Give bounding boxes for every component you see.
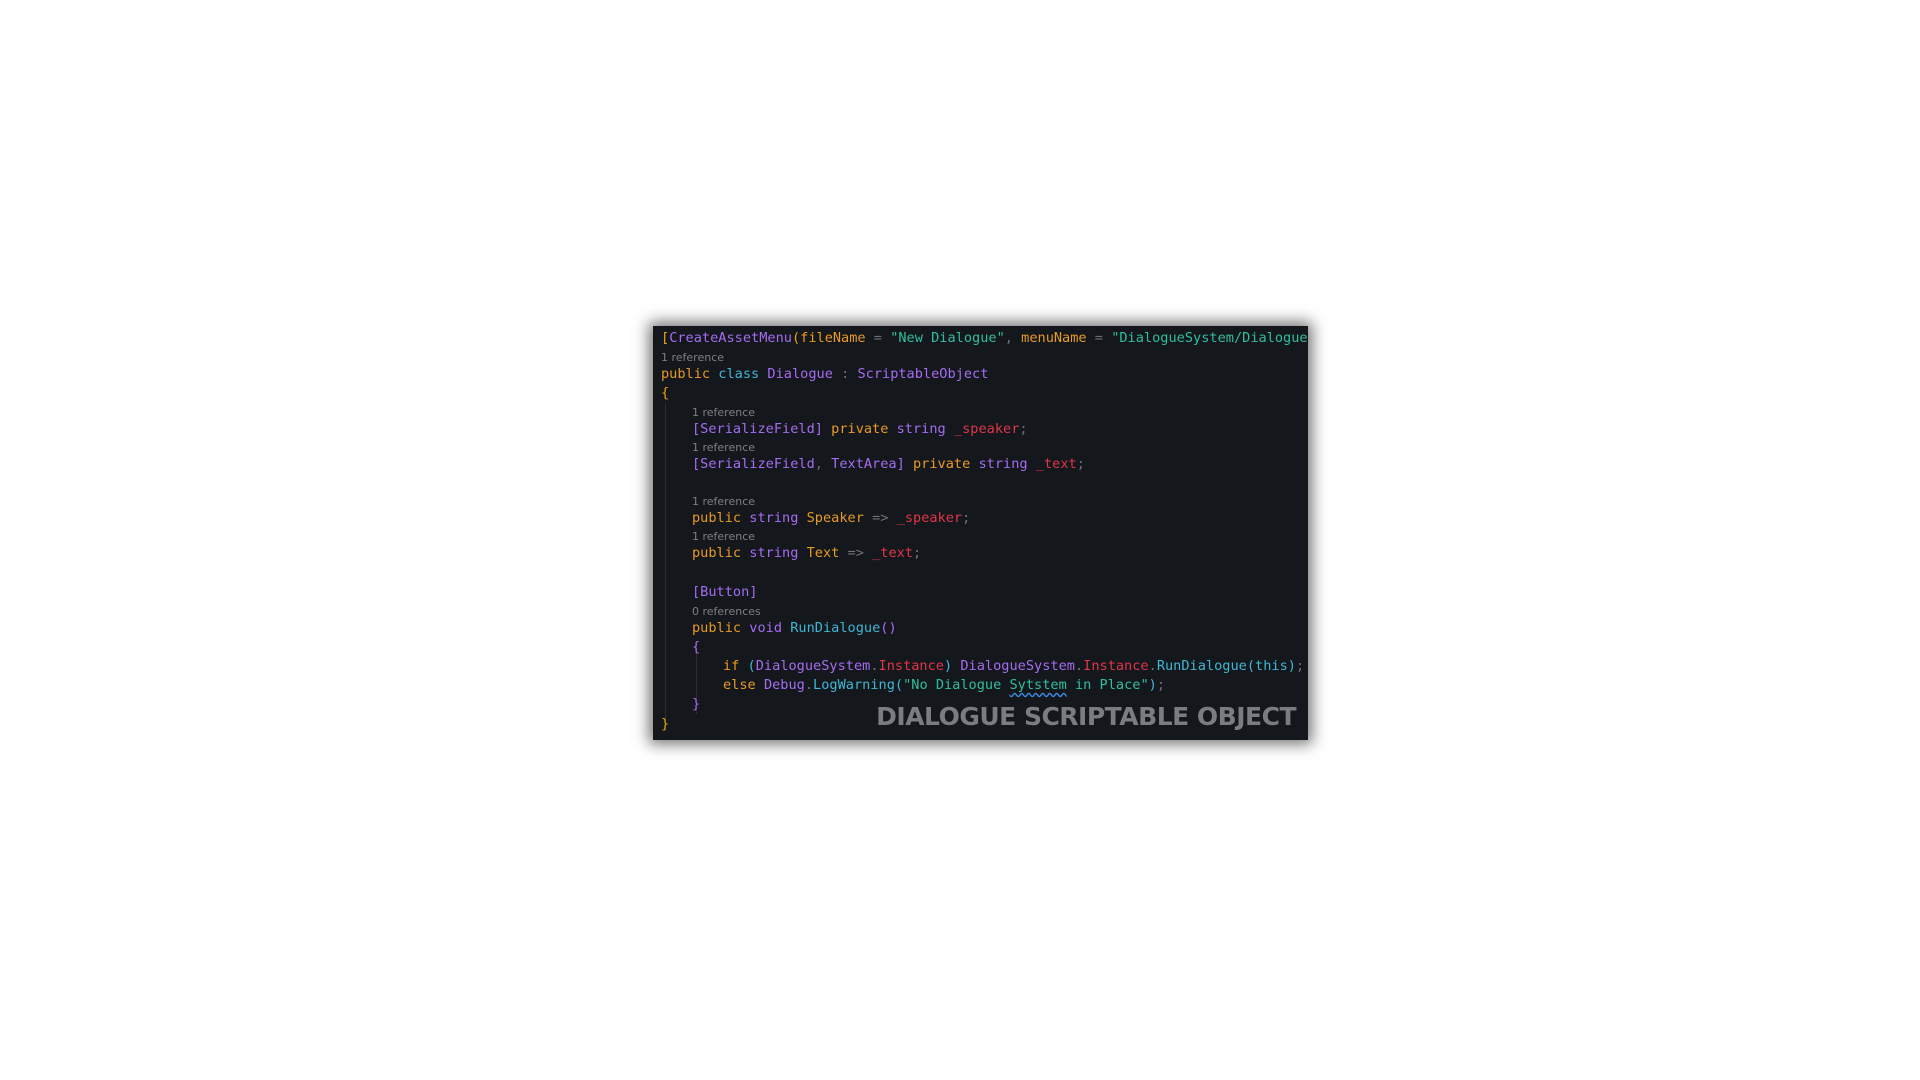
- type-keyword: string: [978, 456, 1028, 472]
- spelling-error[interactable]: Sytstem: [1009, 677, 1066, 693]
- field-name: _text: [1035, 456, 1077, 472]
- dot: .: [1148, 658, 1157, 674]
- keyword: if: [723, 658, 740, 674]
- codelens-references[interactable]: 1 reference: [692, 495, 755, 508]
- parens: (): [880, 620, 897, 636]
- semicolon: ;: [1019, 421, 1028, 437]
- method-name: RunDialogue: [790, 620, 881, 636]
- codelens-references[interactable]: 0 references: [692, 605, 761, 618]
- code-line-method-declaration: public void RunDialogue(): [692, 619, 897, 637]
- operator: =: [865, 330, 891, 346]
- type-keyword: string: [749, 545, 799, 561]
- keyword: public: [692, 510, 742, 526]
- bracket-open: [: [661, 330, 670, 346]
- watermark-title: DIALOGUE SCRIPTABLE OBJECT: [876, 702, 1296, 731]
- dot: .: [804, 677, 814, 693]
- codelens-references[interactable]: 1 reference: [661, 351, 724, 364]
- method-close-brace: }: [692, 696, 701, 712]
- class-name: Debug: [763, 677, 805, 693]
- semicolon: ;: [962, 510, 971, 526]
- keyword: else: [723, 677, 756, 693]
- code-editor-panel: [CreateAssetMenu(fileName = "New Dialogu…: [653, 326, 1308, 740]
- attribute-name: [SerializeField: [692, 456, 815, 472]
- paren-open: (: [791, 330, 801, 346]
- codelens-references[interactable]: 1 reference: [692, 530, 755, 543]
- keyword: public: [661, 366, 711, 382]
- param-name: menuName: [1021, 330, 1087, 346]
- string-literal: in Place": [1066, 677, 1149, 693]
- method-open-brace: {: [692, 639, 701, 655]
- keyword-this: this: [1255, 658, 1288, 674]
- codelens-references[interactable]: 1 reference: [692, 441, 755, 454]
- paren-open: (: [739, 658, 756, 674]
- class-close-brace: }: [661, 716, 670, 732]
- codelens-references[interactable]: 1 reference: [692, 406, 755, 419]
- string-literal: "New Dialogue": [890, 330, 1005, 346]
- class-name: DialogueSystem: [755, 658, 871, 674]
- paren-close: ): [944, 658, 953, 674]
- field-name: _speaker: [896, 510, 963, 526]
- property-name: Instance: [1083, 658, 1149, 674]
- code-line-else-statement: else Debug.LogWarning("No Dialogue Sytst…: [723, 676, 1165, 694]
- code-line-class-declaration: public class Dialogue : ScriptableObject: [661, 365, 988, 383]
- method-call: RunDialogue: [1156, 658, 1247, 674]
- property-name: Text: [806, 545, 840, 561]
- semicolon: ;: [913, 545, 922, 561]
- string-literal: "DialogueSystem/Dialogue": [1111, 330, 1308, 346]
- dot: .: [1074, 658, 1084, 674]
- keyword: class: [718, 366, 760, 382]
- keyword: private: [831, 421, 889, 437]
- property-name: Speaker: [806, 510, 864, 526]
- class-name: Dialogue: [767, 366, 833, 382]
- operator: =>: [863, 510, 897, 526]
- attribute-name: [SerializeField]: [692, 421, 823, 437]
- semicolon: ;: [1156, 677, 1165, 693]
- attribute-name: TextArea]: [831, 456, 905, 472]
- punctuation: ,: [814, 456, 832, 472]
- semicolon: ;: [1295, 658, 1305, 674]
- paren-open: (: [1246, 658, 1256, 674]
- code-line-if-statement: if (DialogueSystem.Instance) DialogueSys…: [723, 657, 1304, 675]
- indent-guide: [665, 403, 666, 731]
- punctuation: ,: [1004, 330, 1022, 346]
- paren-close: ): [1287, 658, 1296, 674]
- keyword: private: [913, 456, 971, 472]
- type-keyword: string: [749, 510, 799, 526]
- class-open-brace: {: [661, 385, 670, 401]
- field-name: _text: [872, 545, 914, 561]
- field-name: _speaker: [953, 421, 1020, 437]
- paren-open: (: [894, 677, 904, 693]
- type-keyword: string: [896, 421, 946, 437]
- code-line-field-speaker: [SerializeField] private string _speaker…: [692, 420, 1028, 438]
- dot: .: [870, 658, 879, 674]
- base-class-name: ScriptableObject: [857, 366, 989, 382]
- operator: =>: [839, 545, 873, 561]
- property-name: Instance: [878, 658, 944, 674]
- keyword: public: [692, 620, 742, 636]
- operator: :: [832, 366, 858, 382]
- method-call: LogWarning: [813, 677, 895, 693]
- keyword: public: [692, 545, 742, 561]
- operator: =: [1086, 330, 1112, 346]
- param-name: fileName: [800, 330, 866, 346]
- code-line-prop-speaker: public string Speaker => _speaker;: [692, 509, 970, 527]
- string-literal: "No Dialogue: [903, 677, 1010, 693]
- semicolon: ;: [1076, 456, 1085, 472]
- type-keyword: void: [749, 620, 783, 636]
- code-line-field-text: [SerializeField, TextArea] private strin…: [692, 455, 1085, 473]
- code-line-prop-text: public string Text => _text;: [692, 544, 921, 562]
- paren-close: ): [1148, 677, 1157, 693]
- class-name: DialogueSystem: [960, 658, 1075, 674]
- code-line-button-attribute: [Button]: [692, 584, 758, 600]
- attribute-name: CreateAssetMenu: [669, 330, 792, 346]
- code-line-create-asset-menu: [CreateAssetMenu(fileName = "New Dialogu…: [661, 329, 1308, 347]
